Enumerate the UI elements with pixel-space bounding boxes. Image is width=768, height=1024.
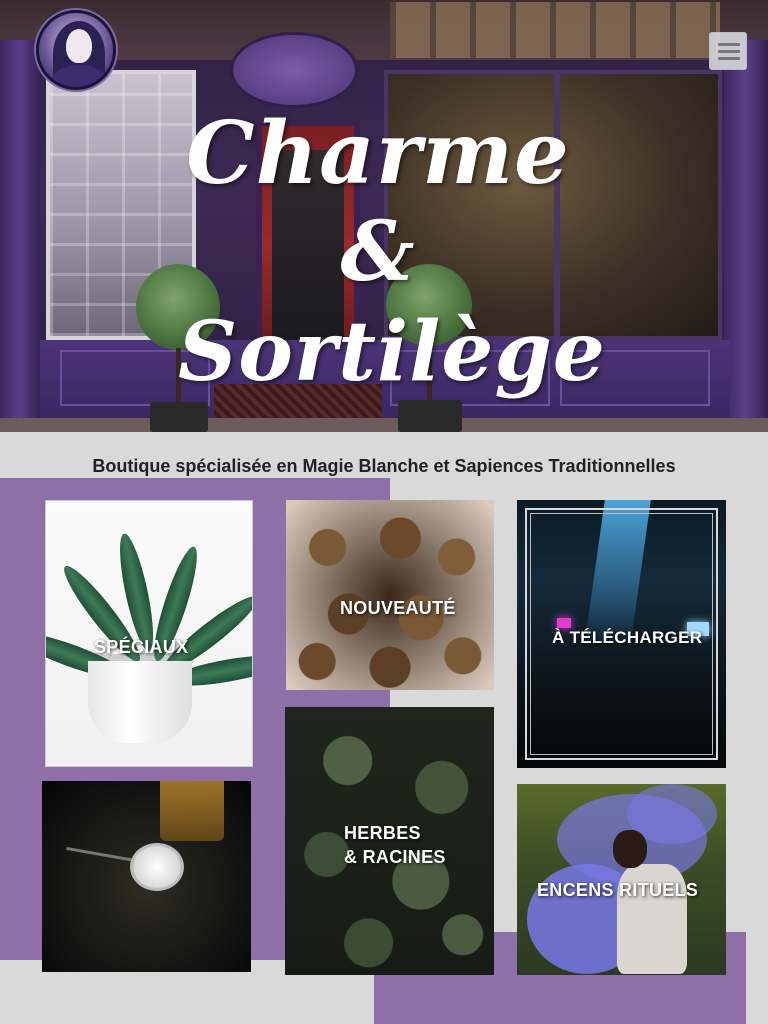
site-title-line2: & Sortilège [178, 204, 606, 400]
hanging-shop-sign [230, 32, 358, 108]
storefront-transom [390, 2, 720, 58]
storefront-pillar-left [0, 40, 40, 430]
site-title-line1: Charme [186, 103, 570, 204]
category-tile-a-telecharger[interactable]: À TÉLÉCHARGER [517, 500, 726, 768]
site-logo[interactable] [36, 10, 116, 90]
person-head [613, 830, 647, 868]
shop-tagline: Boutique spécialisée en Magie Blanche et… [92, 456, 676, 476]
watch-chain [66, 846, 136, 863]
logo-face [66, 29, 92, 63]
category-tile-speciaux[interactable]: SPÉCIAUX [45, 500, 253, 767]
tile-label-a-telecharger: À TÉLÉCHARGER [552, 628, 703, 647]
category-tile-encens-rituels[interactable]: ENCENS RITUELS [517, 784, 726, 975]
tile-label-racines: & RACINES [344, 847, 446, 867]
storefront-pillar-right [724, 40, 768, 430]
hamburger-menu-button[interactable] [709, 32, 747, 70]
tile-label-speciaux: SPÉCIAUX [94, 637, 189, 657]
category-tile-pocket-watch[interactable] [42, 781, 251, 972]
tile-label-nouveaute: NOUVEAUTÉ [340, 598, 456, 618]
site-title: Charme & Sortilège [178, 103, 606, 402]
category-tile-nouveaute[interactable]: NOUVEAUTÉ [286, 500, 494, 690]
plant-pot [88, 661, 192, 743]
hero-banner: Charme & Sortilège [0, 0, 768, 432]
tile-label-encens: ENCENS RITUELS [537, 880, 699, 900]
category-tile-herbes-racines[interactable]: HERBES & RACINES [285, 707, 494, 975]
tile-label-herbes: HERBES [344, 823, 421, 843]
amber-bottle [160, 781, 224, 841]
pocket-watch-icon [130, 843, 184, 891]
